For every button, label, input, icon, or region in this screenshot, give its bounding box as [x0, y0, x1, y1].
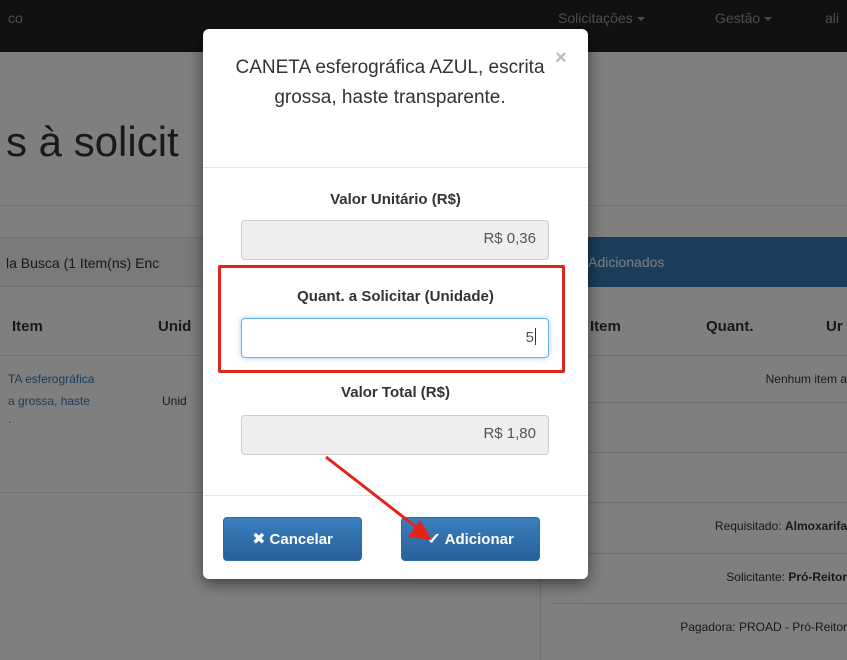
- arrow-shaft: [325, 455, 421, 532]
- annotation-arrow: [325, 455, 432, 540]
